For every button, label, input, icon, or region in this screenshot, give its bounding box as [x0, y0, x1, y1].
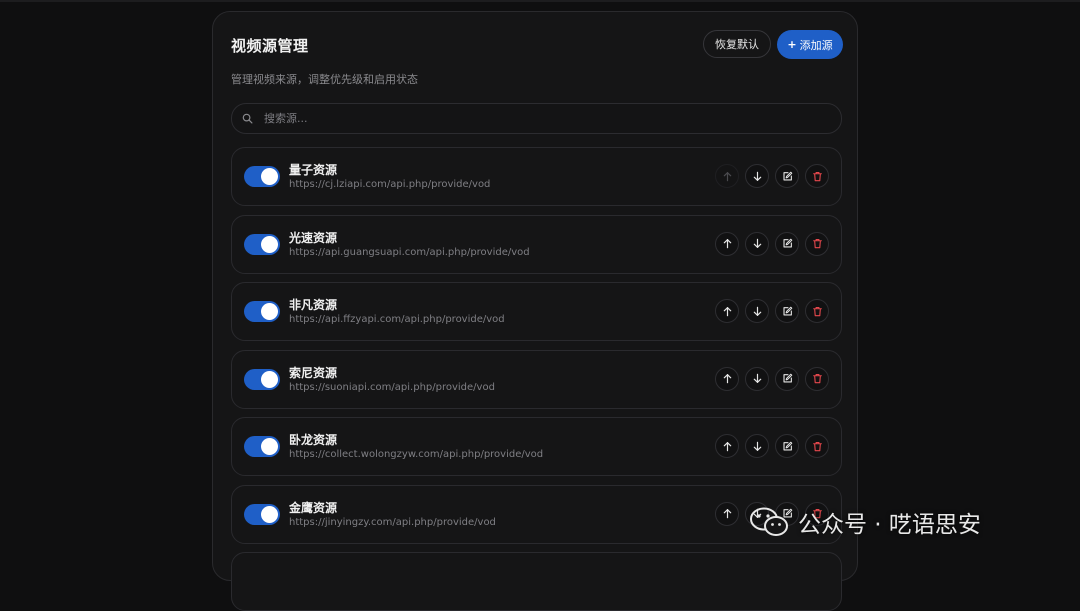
source-name: 索尼资源 — [289, 365, 338, 380]
source-name: 光速资源 — [289, 230, 338, 245]
page-subtitle: 管理视频来源，调整优先级和启用状态 — [231, 73, 418, 86]
search-box[interactable] — [231, 103, 842, 134]
toggle-knob — [261, 168, 278, 185]
source-url: https://jinyingzy.com/api.php/provide/vo… — [289, 516, 496, 528]
edit-button[interactable] — [775, 366, 799, 391]
enable-toggle[interactable] — [244, 301, 280, 322]
add-source-label: 添加源 — [799, 38, 833, 52]
move-down-button[interactable] — [745, 366, 769, 391]
source-row: 非凡资源 https://api.ffzyapi.com/api.php/prov… — [231, 282, 842, 341]
source-row: 卧龙资源 https://collect.wolongzyw.com/api.ph… — [231, 417, 842, 476]
page-title: 视频源管理 — [231, 37, 309, 55]
edit-icon — [782, 171, 793, 182]
edit-button[interactable] — [775, 164, 799, 188]
edit-button[interactable] — [775, 231, 799, 256]
arrow-up-icon — [722, 508, 733, 519]
arrow-up-icon — [722, 238, 733, 249]
delete-button[interactable] — [805, 366, 829, 391]
move-up-button[interactable] — [715, 434, 739, 458]
source-row: 光速资源 https://api.guangsuapi.com/api.php/p… — [231, 214, 842, 274]
source-url: https://collect.wolongzyw.com/api.php/pr… — [289, 449, 544, 460]
source-row-partial — [231, 552, 842, 611]
trash-icon — [812, 373, 823, 384]
arrow-down-icon — [752, 373, 763, 384]
move-down-button[interactable] — [745, 164, 769, 188]
add-source-button[interactable]: + 添加源 — [777, 30, 843, 59]
delete-button[interactable] — [805, 434, 829, 458]
enable-toggle[interactable] — [244, 233, 280, 255]
source-url: https://api.ffzyapi.com/api.php/provide/… — [289, 314, 505, 325]
enable-toggle[interactable] — [244, 503, 280, 525]
edit-button[interactable] — [775, 434, 799, 458]
reset-default-label: 恢复默认 — [715, 38, 759, 51]
source-url: https://cj.lziapi.com/api.php/provide/vo… — [289, 179, 491, 190]
delete-button[interactable] — [805, 164, 829, 188]
move-up-button[interactable] — [715, 299, 739, 323]
move-up-button — [715, 164, 739, 188]
trash-icon — [812, 238, 823, 249]
watermark: 公众号 · 呓语思安 — [748, 504, 981, 540]
wechat-icon — [748, 506, 790, 538]
arrow-up-icon — [722, 441, 733, 452]
edit-icon — [782, 373, 793, 384]
trash-icon — [812, 441, 823, 452]
move-down-button[interactable] — [745, 299, 769, 323]
top-divider — [0, 0, 1080, 2]
arrow-up-icon — [722, 171, 733, 182]
move-down-button[interactable] — [745, 231, 769, 256]
arrow-down-icon — [752, 238, 763, 249]
arrow-up-icon — [722, 306, 733, 317]
move-up-button[interactable] — [715, 231, 739, 256]
source-row: 索尼资源 https://suoniapi.com/api.php/provide… — [231, 349, 842, 409]
arrow-down-icon — [752, 441, 763, 452]
search-input[interactable] — [262, 111, 826, 126]
delete-button[interactable] — [805, 231, 829, 256]
move-down-button[interactable] — [745, 434, 769, 458]
arrow-down-icon — [752, 171, 763, 182]
delete-button[interactable] — [805, 299, 829, 323]
source-url: https://suoniapi.com/api.php/provide/vod — [289, 381, 495, 393]
move-up-button[interactable] — [715, 366, 739, 391]
enable-toggle[interactable] — [244, 166, 280, 187]
plus-icon: + — [787, 38, 797, 51]
edit-icon — [782, 306, 793, 317]
arrow-down-icon — [752, 306, 763, 317]
source-name: 非凡资源 — [289, 298, 338, 312]
toggle-knob — [261, 235, 278, 253]
arrow-up-icon — [722, 373, 733, 384]
edit-icon — [782, 441, 793, 452]
trash-icon — [812, 306, 823, 317]
source-row: 量子资源 https://cj.lziapi.com/api.php/provid… — [231, 147, 842, 206]
trash-icon — [812, 171, 823, 182]
source-manager-panel: 视频源管理 管理视频来源，调整优先级和启用状态 恢复默认 + 添加源 量子资源 h… — [212, 11, 858, 611]
enable-toggle[interactable] — [244, 368, 280, 390]
source-name: 金鹰资源 — [289, 500, 338, 515]
reset-default-button[interactable]: 恢复默认 — [703, 30, 771, 58]
source-url: https://api.guangsuapi.com/api.php/provi… — [289, 246, 530, 258]
source-name: 量子资源 — [289, 163, 338, 177]
toggle-knob — [261, 505, 278, 523]
move-up-button[interactable] — [715, 501, 739, 526]
toggle-knob — [261, 438, 278, 455]
edit-button[interactable] — [775, 299, 799, 323]
toggle-knob — [261, 370, 278, 388]
source-name: 卧龙资源 — [289, 433, 338, 447]
edit-icon — [782, 238, 793, 249]
search-icon — [242, 113, 253, 124]
watermark-text: 公众号 · 呓语思安 — [798, 512, 981, 538]
toggle-knob — [261, 303, 278, 320]
enable-toggle[interactable] — [244, 436, 280, 457]
